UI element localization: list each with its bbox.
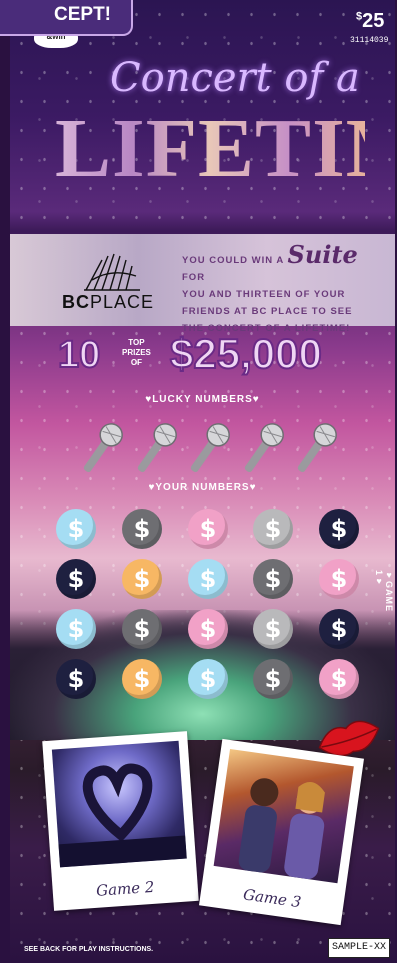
dollar-icon: $ <box>330 565 348 593</box>
number-coin[interactable]: $ <box>122 559 162 599</box>
number-coin[interactable]: $ <box>188 609 228 649</box>
dollar-icon: $ <box>67 665 85 693</box>
dollar-icon: $ <box>67 565 85 593</box>
number-coin[interactable]: $ <box>319 609 359 649</box>
title-main: LIFETIME <box>55 100 395 197</box>
dollar-icon: $ <box>133 615 151 643</box>
dollar-icon: $ <box>330 665 348 693</box>
dollar-icon: $ <box>199 515 217 543</box>
microphone-icon[interactable] <box>237 418 289 478</box>
title-script: Concert of a <box>110 55 360 101</box>
number-coin[interactable]: $ <box>253 609 293 649</box>
number-coin[interactable]: $ <box>56 509 96 549</box>
microphone-icon[interactable] <box>290 418 342 478</box>
number-coin[interactable]: $ <box>319 559 359 599</box>
scratch-ticket: &win $25 31114039 Concert of a LIFETIME … <box>10 0 395 963</box>
number-coin[interactable]: $ <box>122 609 162 649</box>
accept-badge[interactable]: CEPT! <box>0 0 133 36</box>
bc-place-wordmark: BCPLACE <box>62 292 155 312</box>
sample-label: SAMPLE-XX <box>328 938 390 958</box>
dollar-icon: $ <box>330 615 348 643</box>
dollar-icon: $ <box>67 515 85 543</box>
number-coin[interactable]: $ <box>122 509 162 549</box>
number-coin[interactable]: $ <box>319 659 359 699</box>
dollar-icon: $ <box>133 515 151 543</box>
microphone-icon[interactable] <box>130 418 182 478</box>
number-coin[interactable]: $ <box>188 509 228 549</box>
number-coin[interactable]: $ <box>253 659 293 699</box>
promo-text: YOU COULD WIN A Suite FOR YOU AND THIRTE… <box>182 240 358 335</box>
dollar-icon: $ <box>199 615 217 643</box>
ticket-code: 31114039 <box>350 36 389 45</box>
ticket-price: $25 <box>356 10 385 32</box>
number-coin[interactable]: $ <box>188 659 228 699</box>
dollar-icon: $ <box>67 615 85 643</box>
dollar-icon: $ <box>264 565 282 593</box>
game-1-label: ♥GAME 1♥ <box>374 570 394 612</box>
game-2-photo[interactable]: Game 2 <box>42 731 199 911</box>
dollar-icon: $ <box>264 515 282 543</box>
number-coin[interactable]: $ <box>253 559 293 599</box>
number-coin[interactable]: $ <box>56 559 96 599</box>
bc-place-roof-icon <box>84 253 140 291</box>
dollar-icon: $ <box>133 565 151 593</box>
dollar-icon: $ <box>330 515 348 543</box>
game-2-caption: Game 2 <box>95 877 155 900</box>
game-3-photo[interactable]: Game 3 <box>199 738 364 926</box>
dollar-icon: $ <box>199 565 217 593</box>
dollar-icon: $ <box>199 665 217 693</box>
play-instructions-note: SEE BACK FOR PLAY INSTRUCTIONS. <box>24 946 154 953</box>
number-coin[interactable]: $ <box>319 509 359 549</box>
dollar-icon: $ <box>264 665 282 693</box>
number-coin[interactable]: $ <box>122 659 162 699</box>
number-coin[interactable]: $ <box>253 509 293 549</box>
number-coin[interactable]: $ <box>56 609 96 649</box>
friends-concert-image <box>213 749 354 884</box>
microphone-icon[interactable] <box>76 418 128 478</box>
dollar-icon: $ <box>133 665 151 693</box>
number-coin[interactable]: $ <box>188 559 228 599</box>
dollar-icon: $ <box>264 615 282 643</box>
your-numbers-label: ♥YOUR NUMBERS♥ <box>148 482 257 493</box>
number-coin[interactable]: $ <box>56 659 96 699</box>
microphone-icon[interactable] <box>183 418 235 478</box>
heart-hands-image <box>51 740 187 868</box>
lucky-numbers-label: ♥LUCKY NUMBERS♥ <box>145 394 260 405</box>
